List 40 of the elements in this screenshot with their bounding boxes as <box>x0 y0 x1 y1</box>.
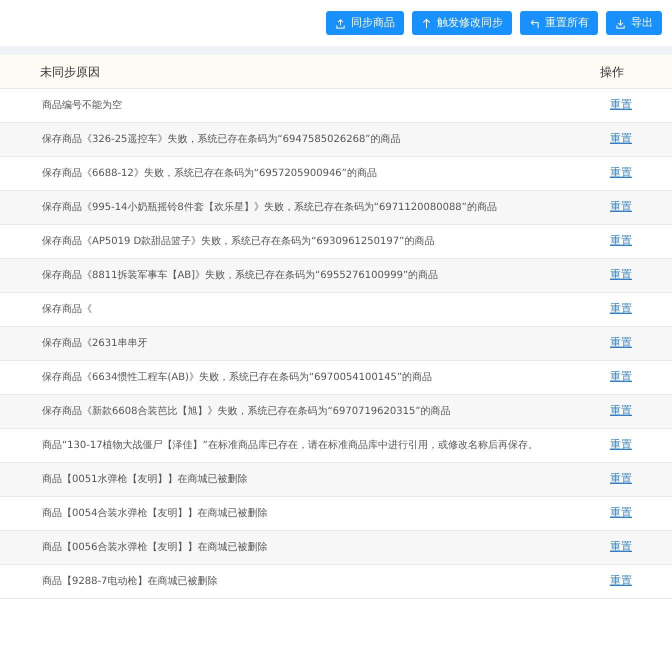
table-cell-text: 保存商品《 <box>42 302 92 317</box>
toolbar-button[interactable]: 重置所有 <box>520 11 598 35</box>
toolbar-button[interactable]: 同步商品 <box>326 11 404 35</box>
arrow-up-icon <box>421 18 432 28</box>
toolbar-button[interactable]: 导出 <box>606 11 662 35</box>
reset-link[interactable]: 重置 <box>610 131 632 148</box>
table-cell-text: 保存商品《6634惯性工程车(AB)》失败，系统已存在条码为“6970054100145”的商品 <box>42 370 432 385</box>
table-cell-text: 商品【9288-7电动枪】在商城已被删除 <box>42 574 218 589</box>
reset-link[interactable]: 重置 <box>610 301 632 318</box>
table-cell-text: 保存商品《8811拆装军事车【AB]》失败，系统已存在条码为“6955276100999”的商品 <box>42 268 438 283</box>
reset-link[interactable]: 重置 <box>610 335 632 352</box>
column-header: 操作 <box>600 64 624 80</box>
reset-link[interactable]: 重置 <box>610 97 632 114</box>
reset-link[interactable]: 重置 <box>610 505 632 522</box>
upload-icon <box>335 18 346 28</box>
reset-link[interactable]: 重置 <box>610 403 632 420</box>
return-arrow-icon <box>529 18 540 28</box>
table-cell-text: 保存商品《AP5019 D款甜品篮子》失败，系统已存在条码为“6930961250197”的商品 <box>42 234 434 249</box>
table-cell-text: 商品【0051水弹枪【友明】】在商城已被删除 <box>42 472 248 487</box>
download-icon <box>615 18 626 28</box>
toolbar-button[interactable]: 触发修改同步 <box>412 11 512 35</box>
table-cell-text: 商品【0056合装水弹枪【友明】】在商城已被删除 <box>42 540 268 555</box>
table-cell-text: 商品“130-17植物大战僵尸【泽佳】”在标准商品库已存在，请在标准商品库中进行引用，或修改名称后再保存。 <box>42 438 538 453</box>
reset-link[interactable]: 重置 <box>610 539 632 556</box>
table-cell-text: 保存商品《995-14小奶瓶摇铃8件套【欢乐星】》失败，系统已存在条码为“6971120080088”的商品 <box>42 200 497 215</box>
table-cell-text: 商品【0054合装水弹枪【友明】】在商城已被删除 <box>42 506 268 521</box>
reset-link[interactable]: 重置 <box>610 267 632 284</box>
table-cell-text: 保存商品《2631串串牙 <box>42 336 148 351</box>
reset-link[interactable]: 重置 <box>610 369 632 386</box>
column-header: 未同步原因 <box>40 64 100 80</box>
reset-link[interactable]: 重置 <box>610 233 632 250</box>
table-cell-text: 商品编号不能为空 <box>42 98 122 113</box>
reset-link[interactable]: 重置 <box>610 199 632 216</box>
table-cell-text: 保存商品《326-25遥控车》失败，系统已存在条码为“6947585026268”的商品 <box>42 132 400 147</box>
reset-link[interactable]: 重置 <box>610 471 632 488</box>
table-cell-text: 保存商品《新款6608合装芭比【旭】》失败，系统已存在条码为“6970719620315”的商品 <box>42 404 451 419</box>
table-cell-text: 保存商品《6688-12》失败，系统已存在条码为“6957205900946”的商品 <box>42 166 377 181</box>
reset-link[interactable]: 重置 <box>610 573 632 590</box>
reset-link[interactable]: 重置 <box>610 437 632 454</box>
reset-link[interactable]: 重置 <box>610 165 632 182</box>
